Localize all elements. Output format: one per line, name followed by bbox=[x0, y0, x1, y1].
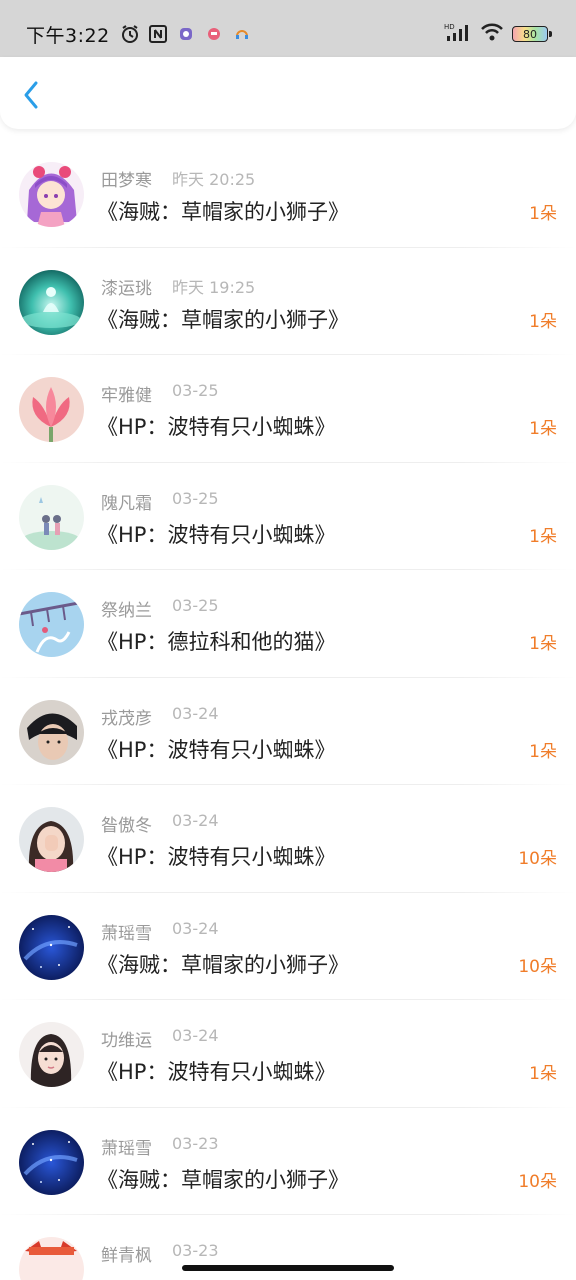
avatar[interactable] bbox=[19, 377, 84, 442]
battery-icon: 80 bbox=[512, 26, 552, 42]
status-notification-icons bbox=[120, 24, 252, 44]
book-title[interactable]: 《海贼：草帽家的小狮子》 bbox=[97, 1164, 349, 1194]
record-time: 03-23 bbox=[172, 1241, 219, 1260]
wifi-icon bbox=[480, 22, 504, 46]
record-time: 03-23 bbox=[172, 1133, 219, 1153]
sender-name: 漆运珧 bbox=[101, 278, 152, 299]
list-item[interactable]: 祭纳兰 03-25 《HP：德拉科和他的猫》 1朵 bbox=[0, 570, 576, 678]
book-title[interactable]: 《海贼：草帽家的小狮子》 bbox=[97, 196, 349, 226]
record-time: 03-24 bbox=[172, 1026, 219, 1045]
avatar[interactable] bbox=[19, 1129, 84, 1195]
record-time: 03-25 bbox=[172, 488, 219, 508]
flower-count: 1朵 bbox=[529, 419, 557, 439]
sender-name: 昝傲冬 bbox=[101, 816, 152, 836]
sender-name: 萧瑶雪 bbox=[101, 923, 152, 944]
book-title[interactable]: 《HP：波特有只小蜘蛛》 bbox=[97, 734, 335, 764]
sender-name: 祭纳兰 bbox=[101, 601, 152, 621]
list-item[interactable]: 田梦寒 昨天 20:25 《海贼：草帽家的小狮子》 1朵 bbox=[0, 140, 576, 248]
flower-count: 1朵 bbox=[529, 311, 557, 332]
avatar[interactable] bbox=[19, 699, 84, 765]
sender-name: 田梦寒 bbox=[101, 171, 152, 191]
app-notification-icon bbox=[204, 24, 224, 44]
alarm-icon bbox=[120, 24, 140, 44]
list-item[interactable]: 漆运珧 昨天 19:25 《海贼：草帽家的小狮子》 1朵 bbox=[0, 248, 576, 356]
record-time: 03-24 bbox=[172, 811, 219, 830]
avatar[interactable] bbox=[19, 592, 84, 657]
record-time: 昨天 20:25 bbox=[172, 170, 256, 189]
avatar[interactable] bbox=[19, 484, 84, 550]
flower-count: 1朵 bbox=[529, 204, 557, 224]
book-title[interactable]: 《HP：波特有只小蜘蛛》 bbox=[97, 519, 335, 549]
flower-count: 1朵 bbox=[529, 741, 557, 762]
sender-name: 牢雅健 bbox=[101, 386, 152, 406]
avatar[interactable] bbox=[19, 269, 84, 335]
sender-name: 鲜青枫 bbox=[101, 1246, 152, 1266]
book-title[interactable]: 《HP：德拉科和他的猫》 bbox=[97, 626, 335, 656]
flower-count: 1朵 bbox=[529, 634, 557, 654]
book-title[interactable]: 《海贼：草帽家的小狮子》 bbox=[97, 304, 349, 334]
status-time: 下午3:22 bbox=[26, 24, 110, 47]
record-time: 03-24 bbox=[172, 918, 219, 938]
flower-count: 1朵 bbox=[529, 1064, 557, 1084]
avatar[interactable] bbox=[19, 914, 84, 980]
book-title[interactable]: 《HP：波特有只小蜘蛛》 bbox=[97, 411, 335, 441]
record-time: 昨天 19:25 bbox=[172, 277, 256, 297]
record-time: 03-25 bbox=[172, 381, 219, 400]
list-item[interactable]: 萧瑶雪 03-23 《海贼：草帽家的小狮子》 10朵 bbox=[0, 1108, 576, 1216]
sender-name: 萧瑶雪 bbox=[101, 1138, 152, 1159]
list-item[interactable]: 昝傲冬 03-24 《HP：波特有只小蜘蛛》 10朵 bbox=[0, 785, 576, 893]
headphones-icon bbox=[232, 24, 252, 44]
avatar[interactable] bbox=[19, 162, 84, 227]
sender-name: 戎茂彦 bbox=[101, 708, 152, 729]
book-title[interactable]: 《HP：波特有只小蜘蛛》 bbox=[97, 841, 335, 871]
avatar[interactable] bbox=[19, 1237, 84, 1280]
app-notification-icon bbox=[176, 24, 196, 44]
record-time: 03-24 bbox=[172, 703, 219, 723]
sender-name: 功维运 bbox=[101, 1031, 152, 1051]
gift-record-list: 田梦寒 昨天 20:25 《海贼：草帽家的小狮子》 1朵 漆运珧 昨天 19:2… bbox=[0, 140, 576, 1280]
list-item[interactable]: 萧瑶雪 03-24 《海贼：草帽家的小狮子》 10朵 bbox=[0, 893, 576, 1001]
book-title[interactable]: 《HP：波特有只小蜘蛛》 bbox=[97, 1056, 335, 1086]
list-item[interactable]: 隗凡霜 03-25 《HP：波特有只小蜘蛛》 1朵 bbox=[0, 463, 576, 571]
back-button[interactable] bbox=[14, 77, 50, 113]
list-item[interactable]: 牢雅健 03-25 《HP：波特有只小蜘蛛》 1朵 bbox=[0, 355, 576, 463]
signal-icon: HD bbox=[444, 22, 472, 46]
flower-count: 10朵 bbox=[518, 849, 557, 869]
record-time: 03-25 bbox=[172, 596, 219, 615]
status-system-icons: HD 80 bbox=[444, 22, 552, 46]
list-item[interactable]: 戎茂彦 03-24 《HP：波特有只小蜘蛛》 1朵 bbox=[0, 678, 576, 786]
list-item[interactable]: 功维运 03-24 《HP：波特有只小蜘蛛》 1朵 bbox=[0, 1000, 576, 1108]
svg-text:HD: HD bbox=[444, 23, 455, 31]
avatar[interactable] bbox=[19, 1022, 84, 1087]
avatar[interactable] bbox=[19, 807, 84, 872]
flower-count: 10朵 bbox=[518, 1171, 557, 1192]
chevron-left-icon bbox=[24, 81, 38, 109]
nfc-icon bbox=[148, 24, 168, 44]
book-title[interactable]: 《海贼：草帽家的小狮子》 bbox=[97, 949, 349, 979]
sender-name: 隗凡霜 bbox=[101, 493, 152, 514]
battery-level: 80 bbox=[523, 27, 537, 41]
flower-count: 10朵 bbox=[518, 956, 557, 977]
flower-count: 1朵 bbox=[529, 526, 557, 547]
header-bar bbox=[0, 57, 576, 129]
home-indicator[interactable] bbox=[182, 1265, 394, 1271]
